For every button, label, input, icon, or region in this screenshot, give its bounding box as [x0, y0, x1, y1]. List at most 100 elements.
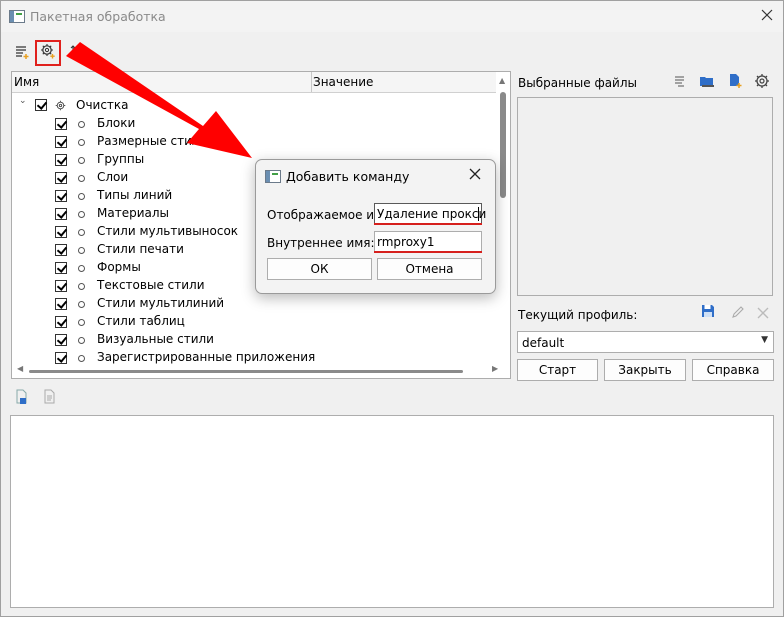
bullet-icon: [78, 337, 85, 344]
add-files-list-button[interactable]: [670, 73, 690, 93]
bullet-icon: [78, 175, 85, 182]
internal-name-highlight: [374, 251, 482, 253]
text-cursor: [478, 207, 479, 221]
bullet-icon: [78, 211, 85, 218]
delete-profile-button[interactable]: [753, 305, 773, 325]
tree-root-row[interactable]: ⌄ Очистка: [12, 96, 496, 115]
bullet-icon: [78, 193, 85, 200]
add-folder-button[interactable]: [697, 73, 717, 93]
selected-files-list[interactable]: [517, 97, 773, 296]
display-name-input[interactable]: Удаление прокси: [374, 203, 486, 224]
tree-item-label: Стили таблиц: [97, 314, 185, 328]
pencil-icon: [732, 306, 744, 318]
log-output-area[interactable]: [10, 415, 774, 608]
bullet-icon: [78, 265, 85, 272]
help-button[interactable]: Справка: [692, 359, 774, 381]
dialog-close-button[interactable]: [469, 166, 481, 184]
tree-item-row[interactable]: Визуальные стили: [12, 331, 496, 349]
bullet-icon: [78, 139, 85, 146]
vertical-scrollbar[interactable]: [500, 92, 506, 198]
bullet-icon: [78, 355, 85, 362]
highlight-frame: [35, 40, 61, 66]
tree-root-label: Очистка: [76, 98, 129, 112]
sort-icon: [70, 45, 83, 59]
scroll-up-icon[interactable]: ▲: [499, 76, 505, 85]
sort-button[interactable]: [67, 44, 87, 64]
clear-log-button[interactable]: [40, 389, 60, 409]
internal-name-input[interactable]: rmproxy1: [374, 231, 482, 252]
tree-item-checkbox[interactable]: [55, 190, 67, 202]
scroll-left-icon[interactable]: ◀: [17, 364, 23, 373]
tree-item-checkbox[interactable]: [55, 316, 67, 328]
bullet-icon: [78, 247, 85, 254]
add-command-list-icon: [16, 46, 29, 59]
batch-processing-window: Пакетная обработка Имя Значение ▲ ⌄ Очис…: [0, 0, 784, 617]
tree-item-checkbox[interactable]: [55, 208, 67, 220]
selected-files-label: Выбранные файлы: [518, 76, 637, 90]
bullet-icon: [78, 229, 85, 236]
tree-item-label: Формы: [97, 260, 141, 274]
tree-item-checkbox[interactable]: [55, 244, 67, 256]
tree-item-checkbox[interactable]: [55, 118, 67, 130]
internal-name-value: rmproxy1: [377, 235, 435, 249]
tree-item-checkbox[interactable]: [55, 154, 67, 166]
tree-item-label: Стили печати: [97, 242, 184, 256]
tree-item-checkbox[interactable]: [55, 226, 67, 238]
close-icon: [469, 168, 481, 180]
dropdown-arrow-icon: ▼: [761, 335, 768, 345]
tree-item-label: Слои: [97, 170, 129, 184]
add-command-list-button[interactable]: [12, 44, 32, 64]
column-header-value[interactable]: Значение: [313, 75, 373, 89]
tree-item-row[interactable]: Размерные стили: [12, 133, 496, 151]
close-button[interactable]: Закрыть: [604, 359, 686, 381]
profile-select[interactable]: default ▼: [517, 331, 774, 353]
tree-item-row[interactable]: Блоки: [12, 115, 496, 133]
profile-select-value: default: [522, 336, 565, 350]
save-icon: [702, 305, 714, 317]
clear-log-icon: [44, 389, 55, 404]
tree-header: Имя Значение: [12, 72, 496, 93]
tree-item-label: Визуальные стили: [97, 332, 214, 346]
add-file-icon: [730, 74, 742, 88]
tree-item-checkbox[interactable]: [55, 172, 67, 184]
save-profile-button[interactable]: [698, 304, 718, 324]
bullet-icon: [78, 121, 85, 128]
start-button[interactable]: Старт: [517, 359, 598, 381]
folder-icon: [700, 77, 714, 87]
tree-item-row[interactable]: Стили таблиц: [12, 313, 496, 331]
expand-chevron-icon[interactable]: ⌄: [19, 96, 27, 106]
dialog-window-icon: [265, 170, 281, 183]
internal-name-label: Внутреннее имя:: [267, 236, 375, 250]
tree-item-row[interactable]: Стили мультилиний: [12, 295, 496, 313]
files-settings-button[interactable]: [752, 73, 772, 93]
tree-item-label: Стили мультилиний: [97, 296, 225, 310]
tree-item-checkbox[interactable]: [55, 298, 67, 310]
close-window-button[interactable]: [757, 5, 777, 25]
bullet-icon: [78, 283, 85, 290]
column-divider[interactable]: [311, 72, 312, 92]
tree-item-row[interactable]: Зарегистрированные приложения: [12, 349, 496, 367]
column-header-name[interactable]: Имя: [14, 75, 39, 89]
tree-item-checkbox[interactable]: [55, 262, 67, 274]
root-checkbox[interactable]: [35, 99, 47, 111]
save-log-button[interactable]: [12, 389, 32, 409]
tree-item-label: Стили мультивыносок: [97, 224, 239, 238]
current-profile-label: Текущий профиль:: [518, 308, 638, 322]
dialog-title: Добавить команду: [286, 169, 410, 184]
file-list-icon: [675, 76, 684, 87]
tree-item-label: Блоки: [97, 116, 136, 130]
tree-item-checkbox[interactable]: [55, 352, 67, 364]
horizontal-scrollbar[interactable]: [29, 370, 463, 373]
title-bar: Пакетная обработка: [1, 1, 783, 32]
add-file-button[interactable]: [725, 73, 745, 93]
tree-item-checkbox[interactable]: [55, 334, 67, 346]
ok-button[interactable]: ОК: [267, 258, 372, 280]
scroll-right-icon[interactable]: ▶: [492, 364, 498, 373]
bullet-icon: [78, 157, 85, 164]
add-command-dialog: Добавить команду Отображаемое имя: Удале…: [255, 159, 496, 294]
tree-item-label: Размерные стили: [97, 134, 208, 148]
rename-profile-button[interactable]: [728, 305, 748, 325]
tree-item-checkbox[interactable]: [55, 280, 67, 292]
cancel-button[interactable]: Отмена: [377, 258, 482, 280]
tree-item-checkbox[interactable]: [55, 136, 67, 148]
